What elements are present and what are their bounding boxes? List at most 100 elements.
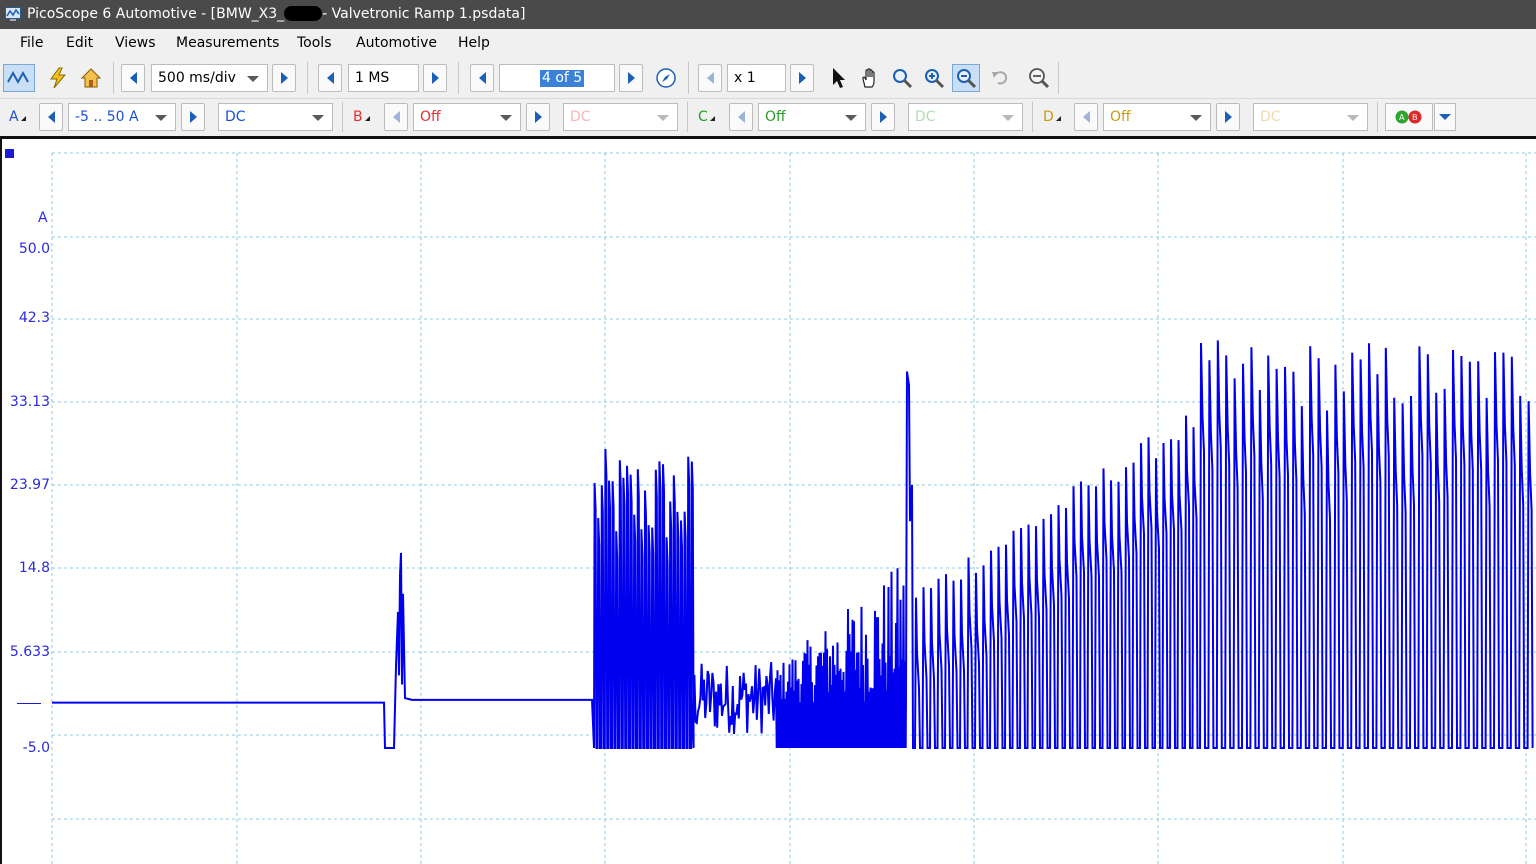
title-bar: PicoScope 6 Automotive - [BMW_X3_ - Valve… — [0, 0, 1536, 29]
chevron-down-icon — [1190, 115, 1202, 121]
arrow-right-icon — [280, 72, 288, 84]
corner-marker-icon — [20, 116, 26, 121]
zoom-overview-button[interactable] — [1025, 64, 1053, 92]
menu-edit[interactable]: Edit — [66, 35, 93, 51]
timebase-increase-button[interactable] — [272, 64, 296, 92]
buffer-page-field[interactable]: 4 of 5 — [499, 64, 615, 92]
ab-channels-icon: AB — [1395, 110, 1422, 124]
timebase-select[interactable]: 500 ms/div — [151, 64, 268, 92]
zoom-in-button[interactable] — [920, 64, 948, 92]
channel-c-coupling-select[interactable]: DC — [908, 103, 1023, 131]
zoom-decrease-button[interactable] — [698, 64, 722, 92]
zoom-area-tool-button[interactable] — [888, 64, 916, 92]
channel-d-range-decrease[interactable] — [1074, 103, 1098, 131]
arrow-left-icon — [1082, 111, 1090, 123]
arrow-right-icon — [189, 111, 197, 123]
channel-c-range-decrease[interactable] — [729, 103, 753, 131]
menu-help[interactable]: Help — [458, 35, 490, 51]
channel-d-range-select[interactable]: Off — [1103, 103, 1211, 131]
menu-bar: File Edit Views Measurements Tools Autom… — [0, 29, 1536, 58]
guided-test-button[interactable] — [44, 64, 72, 92]
channel-a-range-select[interactable]: -5 .. 50 A — [68, 103, 176, 131]
channel-a-coupling-select[interactable]: DC — [218, 103, 333, 131]
channel-d-button[interactable]: D — [1043, 109, 1061, 125]
toolbar-separator — [113, 62, 114, 94]
arrow-right-icon — [879, 111, 887, 123]
compass-icon — [656, 68, 676, 88]
magnifier-area-icon — [893, 69, 913, 89]
zoom-field[interactable]: x 1 — [727, 64, 786, 92]
channel-c-button[interactable]: C — [698, 109, 715, 125]
cursor-arrow-icon — [833, 68, 845, 88]
toolbar-separator — [1058, 62, 1059, 94]
channel-a-range-decrease[interactable] — [39, 103, 63, 131]
menu-views[interactable]: Views — [115, 35, 156, 51]
toolbar-separator — [307, 62, 308, 94]
channel-c-range-select[interactable]: Off — [758, 103, 866, 131]
channel-d-coupling-select[interactable]: DC — [1253, 103, 1368, 131]
scope-wave-icon — [7, 70, 29, 85]
home-icon — [80, 68, 102, 88]
channel-b-range-increase[interactable] — [526, 103, 550, 131]
toolbar-separator — [342, 102, 343, 132]
channel-a-button[interactable]: A — [9, 109, 26, 125]
svg-text:A: A — [1399, 113, 1405, 122]
arrow-right-icon — [534, 111, 542, 123]
chevron-down-icon — [312, 115, 324, 121]
menu-file[interactable]: File — [20, 35, 43, 51]
menu-tools[interactable]: Tools — [297, 35, 332, 51]
menu-automotive[interactable]: Automotive — [356, 35, 437, 51]
buffer-page-value: 4 of 5 — [540, 70, 585, 87]
arrow-right-icon — [1224, 111, 1232, 123]
chevron-down-icon — [1347, 115, 1359, 121]
arrow-right-icon — [431, 72, 439, 84]
channel-b-coupling-select[interactable]: DC — [563, 103, 678, 131]
lightning-wand-icon — [50, 67, 67, 89]
samples-field[interactable]: 1 MS — [348, 64, 419, 92]
channel-a-range-increase[interactable] — [181, 103, 205, 131]
undo-icon — [992, 71, 1008, 85]
timebase-decrease-button[interactable] — [121, 64, 145, 92]
channel-b-range-select[interactable]: Off — [413, 103, 521, 131]
corner-marker-icon — [709, 116, 715, 121]
buffer-next-button[interactable] — [619, 64, 643, 92]
window-title: PicoScope 6 Automotive - [BMW_X3_ - Valve… — [27, 6, 526, 22]
buffer-navigator-button[interactable] — [652, 64, 680, 92]
select-tool-button[interactable] — [825, 64, 853, 92]
menu-measurements[interactable]: Measurements — [176, 35, 279, 51]
toolbar-separator — [1377, 102, 1378, 132]
arrow-right-icon — [798, 72, 806, 84]
chevron-down-icon — [500, 115, 512, 121]
picoscope-app-icon — [5, 7, 21, 21]
corner-marker-icon — [1055, 116, 1061, 121]
channel-b-range-decrease[interactable] — [384, 103, 408, 131]
samples-decrease-button[interactable] — [318, 64, 342, 92]
zoom-overview-icon — [1029, 68, 1050, 89]
scope-mode-button[interactable] — [3, 64, 35, 92]
chevron-down-icon — [1439, 114, 1451, 120]
math-channels-button[interactable]: AB — [1385, 103, 1433, 131]
arrow-left-icon — [737, 111, 745, 123]
chevron-down-icon — [247, 76, 259, 82]
arrow-left-icon — [129, 72, 137, 84]
chevron-down-icon — [155, 115, 167, 121]
hand-tool-button[interactable] — [856, 64, 884, 92]
channel-b-button[interactable]: B — [353, 109, 370, 125]
arrow-left-icon — [392, 111, 400, 123]
home-button[interactable] — [77, 64, 105, 92]
zoom-out-icon — [957, 69, 977, 89]
channel-c-range-increase[interactable] — [871, 103, 895, 131]
buffer-previous-button[interactable] — [470, 64, 494, 92]
zoom-in-icon — [925, 69, 945, 89]
toolbar-separator — [1032, 102, 1033, 132]
zoom-increase-button[interactable] — [790, 64, 814, 92]
math-channels-dropdown[interactable] — [1434, 103, 1456, 131]
zoom-out-button[interactable] — [952, 64, 980, 92]
redacted-mark — [284, 6, 323, 21]
samples-increase-button[interactable] — [423, 64, 447, 92]
hand-icon — [862, 68, 875, 88]
scope-view[interactable]: A 50.0 42.3 33.13 23.97 14.8 5.633 -5.0 — [0, 139, 1536, 864]
undo-zoom-button[interactable] — [986, 64, 1014, 92]
channel-d-range-increase[interactable] — [1216, 103, 1240, 131]
toolbar-separator — [688, 62, 689, 94]
